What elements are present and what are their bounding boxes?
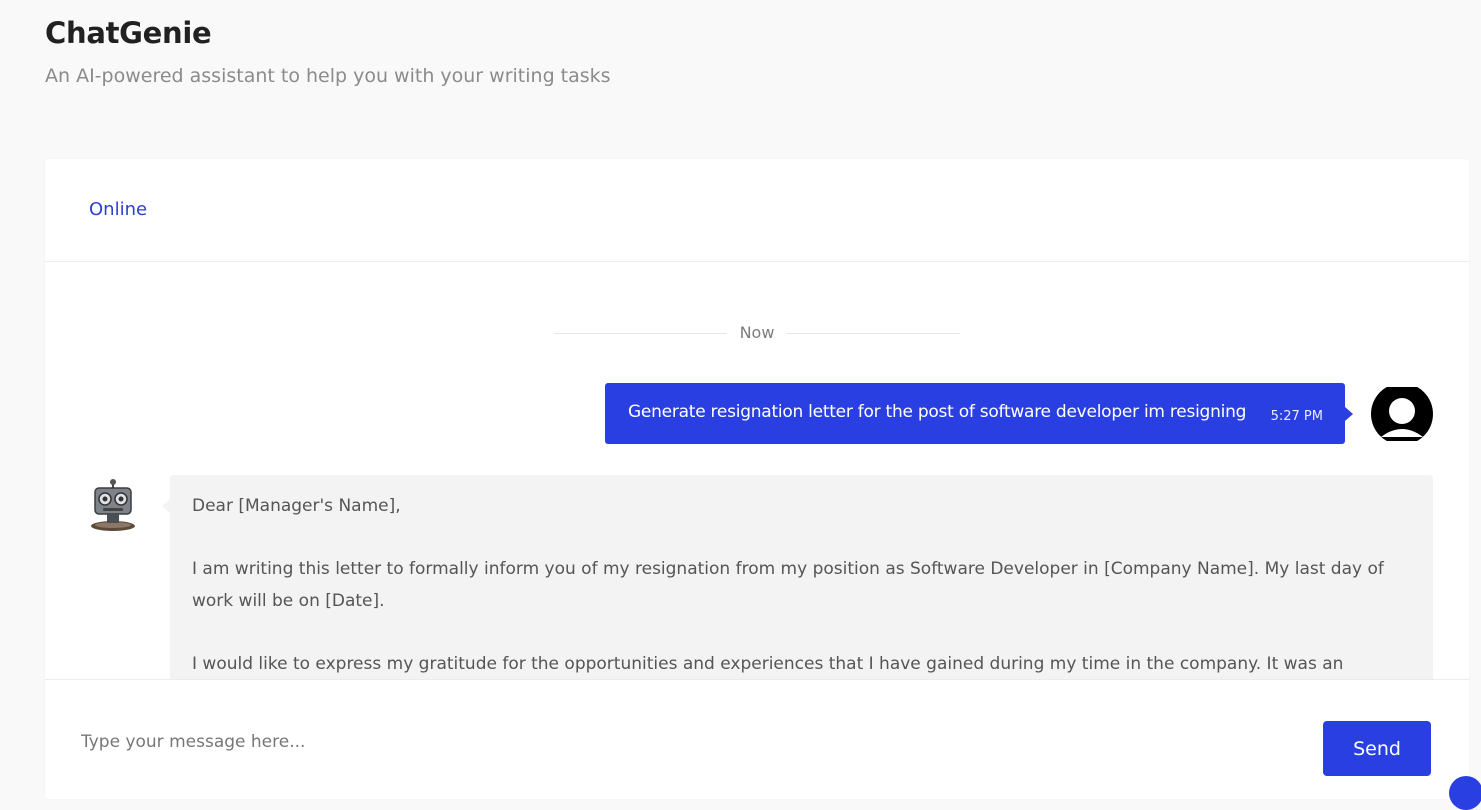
message-input[interactable] xyxy=(81,722,1281,762)
divider-line-right xyxy=(787,333,960,334)
chat-panel: Online Now Generate resignation letter f… xyxy=(45,159,1469,799)
divider-line-left xyxy=(554,333,727,334)
app-title: ChatGenie xyxy=(45,16,212,50)
divider-label: Now xyxy=(739,323,775,342)
user-message-bubble: Generate resignation letter for the post… xyxy=(605,383,1353,444)
user-message-text: Generate resignation letter for the post… xyxy=(628,402,1247,422)
bot-message-line: Dear [Manager's Name], xyxy=(192,496,401,516)
bot-message-line xyxy=(192,523,1410,555)
online-status: Online xyxy=(89,199,148,220)
user-avatar-svg xyxy=(1371,383,1433,451)
bot-message-bubble: Dear [Manager's Name], I am writing this… xyxy=(162,475,1433,679)
time-divider: Now xyxy=(554,323,960,345)
message-composer: Send xyxy=(45,680,1469,800)
chat-header: Online xyxy=(45,159,1469,262)
floating-action-button[interactable] xyxy=(1449,776,1481,810)
send-button[interactable]: Send xyxy=(1323,721,1431,776)
user-avatar-icon xyxy=(1371,383,1433,451)
message-list[interactable]: Now Generate resignation letter for the … xyxy=(45,262,1469,680)
bot-message-line xyxy=(192,617,1410,649)
bot-message-line: I am writing this letter to formally inf… xyxy=(192,559,1384,611)
robot-svg xyxy=(91,479,135,531)
bot-message-line: I would like to express my gratitude for… xyxy=(192,653,1344,674)
app-subtitle: An AI-powered assistant to help you with… xyxy=(45,65,611,87)
user-message-time: 5:27 PM xyxy=(1270,409,1323,424)
robot-icon xyxy=(89,479,137,533)
